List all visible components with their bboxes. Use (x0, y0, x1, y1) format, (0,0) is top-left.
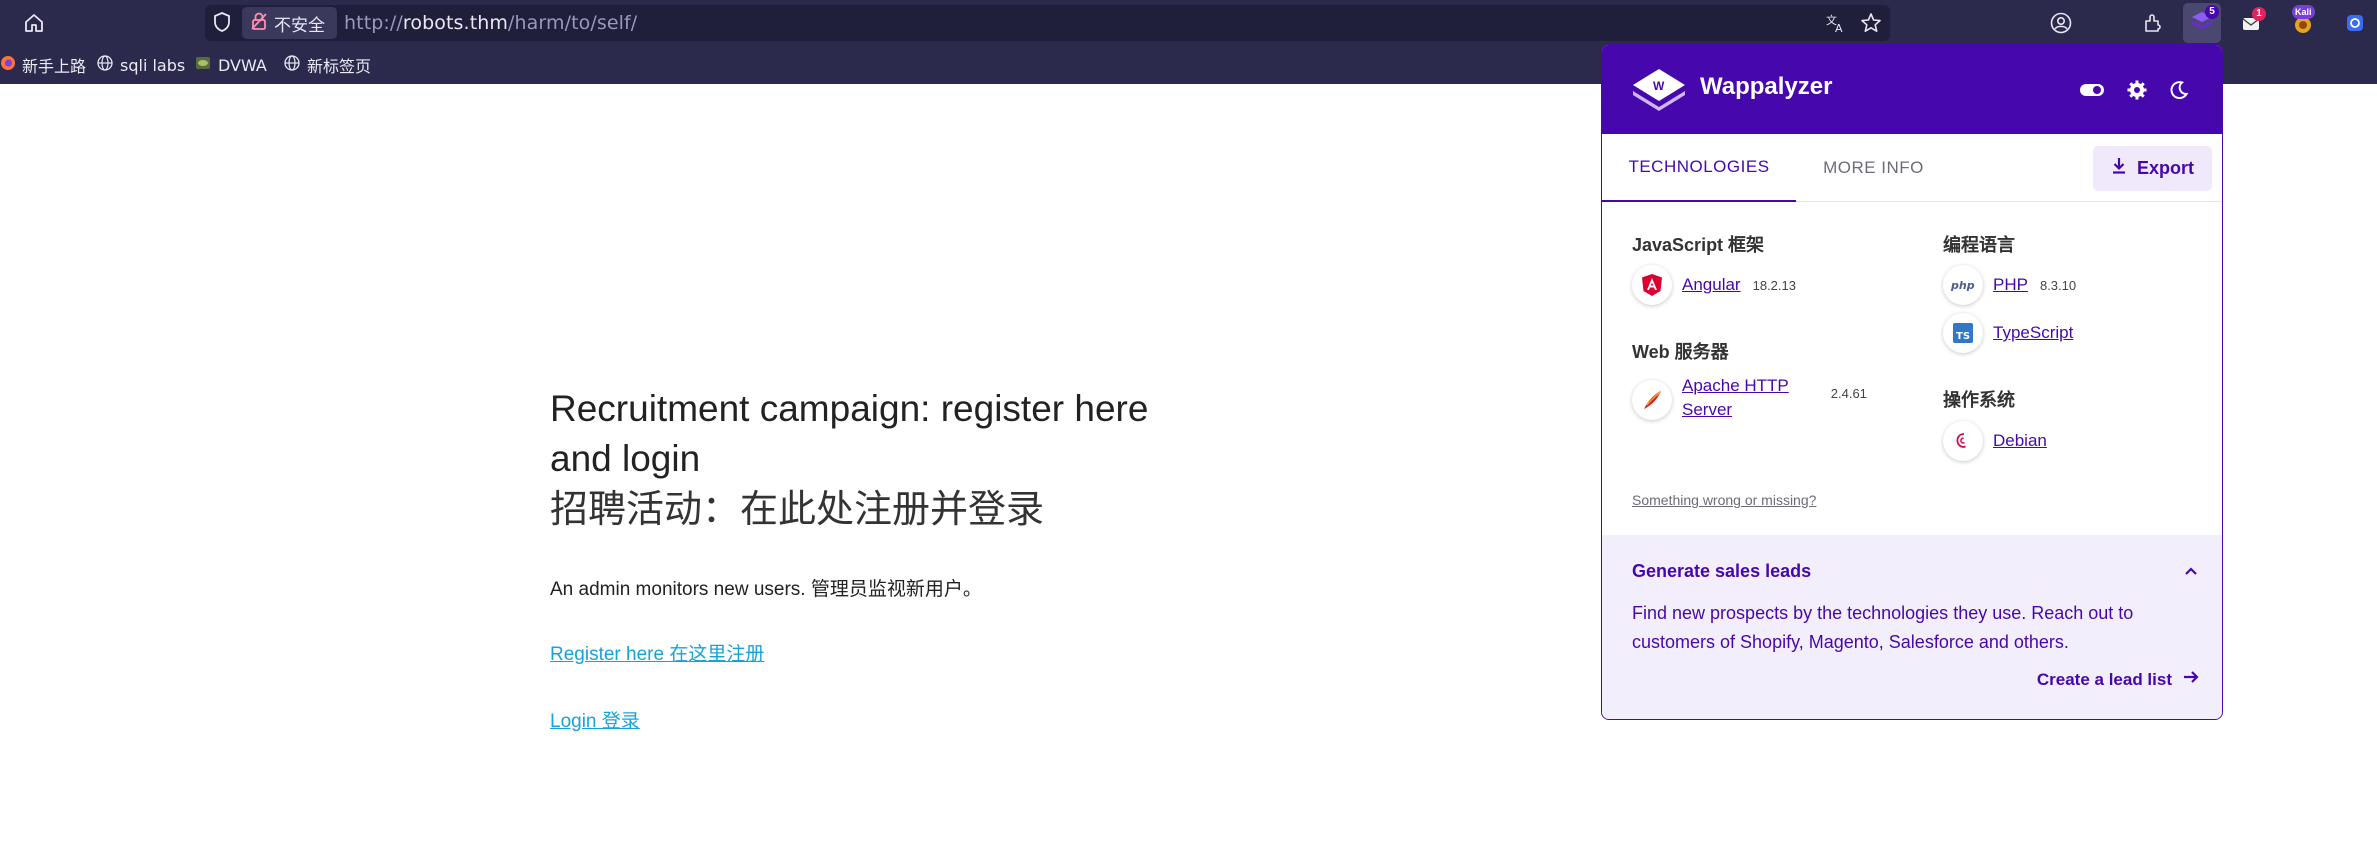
insecure-label: 不安全 (274, 15, 325, 36)
register-link[interactable]: Register here 在这里注册 (550, 639, 1190, 666)
bookmark-star-icon[interactable] (1856, 9, 1886, 37)
bookmark-item[interactable]: 新手上路 (0, 53, 86, 77)
translate-icon[interactable]: 文A (1821, 9, 1851, 37)
connection-insecure-button[interactable]: 不安全 (242, 7, 337, 39)
tech-name-line: Server (1682, 400, 1733, 419)
leads-title[interactable]: Generate sales leads (1632, 561, 1811, 582)
bookmark-item[interactable]: sqli labs (96, 53, 185, 77)
bookmark-label: sqli labs (120, 55, 186, 75)
kali-badge: Kali (2292, 5, 2315, 19)
wappalyzer-ext-button[interactable]: 5 (2183, 3, 2221, 43)
page-content: Recruitment campaign: register here and … (550, 384, 1190, 733)
category-os: 操作系统 (1943, 390, 2015, 410)
extensions-icon[interactable] (2138, 9, 2168, 37)
tech-name[interactable]: Debian (1993, 429, 2047, 453)
login-link[interactable]: Login 登录 (550, 706, 1190, 733)
tech-version: 2.4.61 (1830, 386, 1867, 401)
tech-name[interactable]: TypeScript (1993, 321, 2073, 345)
wappalyzer-header: W Wappalyzer (1602, 45, 2222, 134)
debian-icon (1943, 421, 1983, 461)
bookmark-label: DVWA (218, 55, 267, 75)
dark-mode-moon-icon[interactable] (2165, 76, 2193, 104)
tech-angular[interactable]: Angular 18.2.13 (1632, 265, 1796, 305)
category-languages: 编程语言 (1943, 235, 2015, 255)
category-js-frameworks: JavaScript 框架 (1632, 235, 1765, 255)
tech-name[interactable]: Angular (1682, 273, 1741, 297)
wappalyzer-badge: 5 (2205, 5, 2219, 19)
bookmark-label: 新标签页 (307, 57, 372, 76)
globe-icon (96, 54, 114, 76)
toggle-icon[interactable] (2078, 76, 2106, 104)
cta-label: Create a lead list (2036, 669, 2172, 689)
download-icon (2111, 157, 2127, 180)
angular-icon (1632, 265, 1672, 305)
mail-badge: 1 (2252, 7, 2266, 21)
tech-version: 8.3.10 (2039, 277, 2077, 293)
export-button[interactable]: Export (2093, 146, 2212, 191)
home-icon[interactable] (18, 8, 50, 38)
tech-debian[interactable]: Debian (1943, 421, 2047, 461)
lock-warning-icon (250, 11, 268, 36)
page-heading-en: Recruitment campaign: register here and … (550, 388, 1149, 479)
firefox-icon (0, 55, 16, 75)
wappalyzer-tabs: TECHNOLOGIES MORE INFO Export (1602, 134, 2222, 202)
svg-text:A: A (1835, 22, 1843, 34)
wappalyzer-logo-icon: W (1629, 65, 1689, 115)
url-path: /harm/to/self/ (508, 12, 638, 34)
tech-name-line: Apache HTTP (1682, 376, 1789, 395)
kali-ext-icon[interactable]: Kali (2288, 5, 2318, 37)
category-web-servers: Web 服务器 (1632, 342, 1729, 362)
feedback-link[interactable]: Something wrong or missing? (1632, 492, 1816, 508)
svg-text:TS: TS (1956, 331, 1970, 342)
settings-gear-icon[interactable] (2123, 76, 2151, 104)
wappalyzer-title: Wappalyzer (1700, 73, 1833, 100)
bookmark-label: 新手上路 (22, 57, 87, 76)
url-text[interactable]: http://robots.thm/harm/to/self/ (344, 12, 637, 34)
svg-text:W: W (1653, 79, 1665, 93)
mail-ext-icon[interactable]: 1 (2236, 7, 2266, 37)
export-label: Export (2136, 158, 2194, 178)
url-scheme: http:// (344, 12, 403, 34)
sales-leads-panel: Generate sales leads Find new prospects … (1602, 535, 2222, 719)
apache-feather-icon (1632, 380, 1672, 420)
leads-description: Find new prospects by the technologies t… (1632, 603, 2134, 652)
tech-version: 18.2.13 (1752, 277, 1796, 293)
php-icon: php (1943, 265, 1983, 305)
bookmark-item[interactable]: DVWA (194, 53, 267, 77)
browser-toolbar: 不安全 http://robots.thm/harm/to/self/ 文A 5… (0, 0, 2377, 46)
svg-text:php: php (1950, 279, 1975, 292)
bookmark-item[interactable]: 新标签页 (283, 53, 371, 77)
tech-name[interactable]: PHP (1993, 273, 2028, 297)
tab-more-info[interactable]: MORE INFO (1796, 134, 1951, 202)
chevron-up-icon[interactable] (2180, 560, 2202, 582)
tech-apache[interactable]: Apache HTTP Server 2.4.61 (1632, 374, 1867, 422)
wappalyzer-popup: W Wappalyzer TECHNOLOGIES MORE INFO Expo… (1601, 44, 2223, 720)
admin-note: An admin monitors new users. 管理员监视新用户。 (550, 579, 982, 600)
shield-icon[interactable] (212, 11, 234, 35)
create-lead-list-link[interactable]: Create a lead list (2037, 669, 2200, 690)
dvwa-icon (194, 54, 212, 76)
url-host: robots.thm (402, 12, 508, 34)
account-icon[interactable] (2046, 9, 2076, 37)
globe-icon (283, 54, 301, 76)
tech-typescript[interactable]: TS TypeScript (1943, 313, 2073, 353)
tech-name[interactable]: Apache HTTP Server (1682, 374, 1789, 422)
tech-php[interactable]: php PHP 8.3.10 (1943, 265, 2076, 305)
tab-icon[interactable] (2340, 9, 2370, 37)
page-heading-zh: 招聘活动：在此处注册并登录 (550, 487, 1045, 531)
tab-technologies[interactable]: TECHNOLOGIES (1602, 134, 1796, 202)
typescript-icon: TS (1943, 313, 1983, 353)
arrow-right-icon (2182, 669, 2200, 690)
